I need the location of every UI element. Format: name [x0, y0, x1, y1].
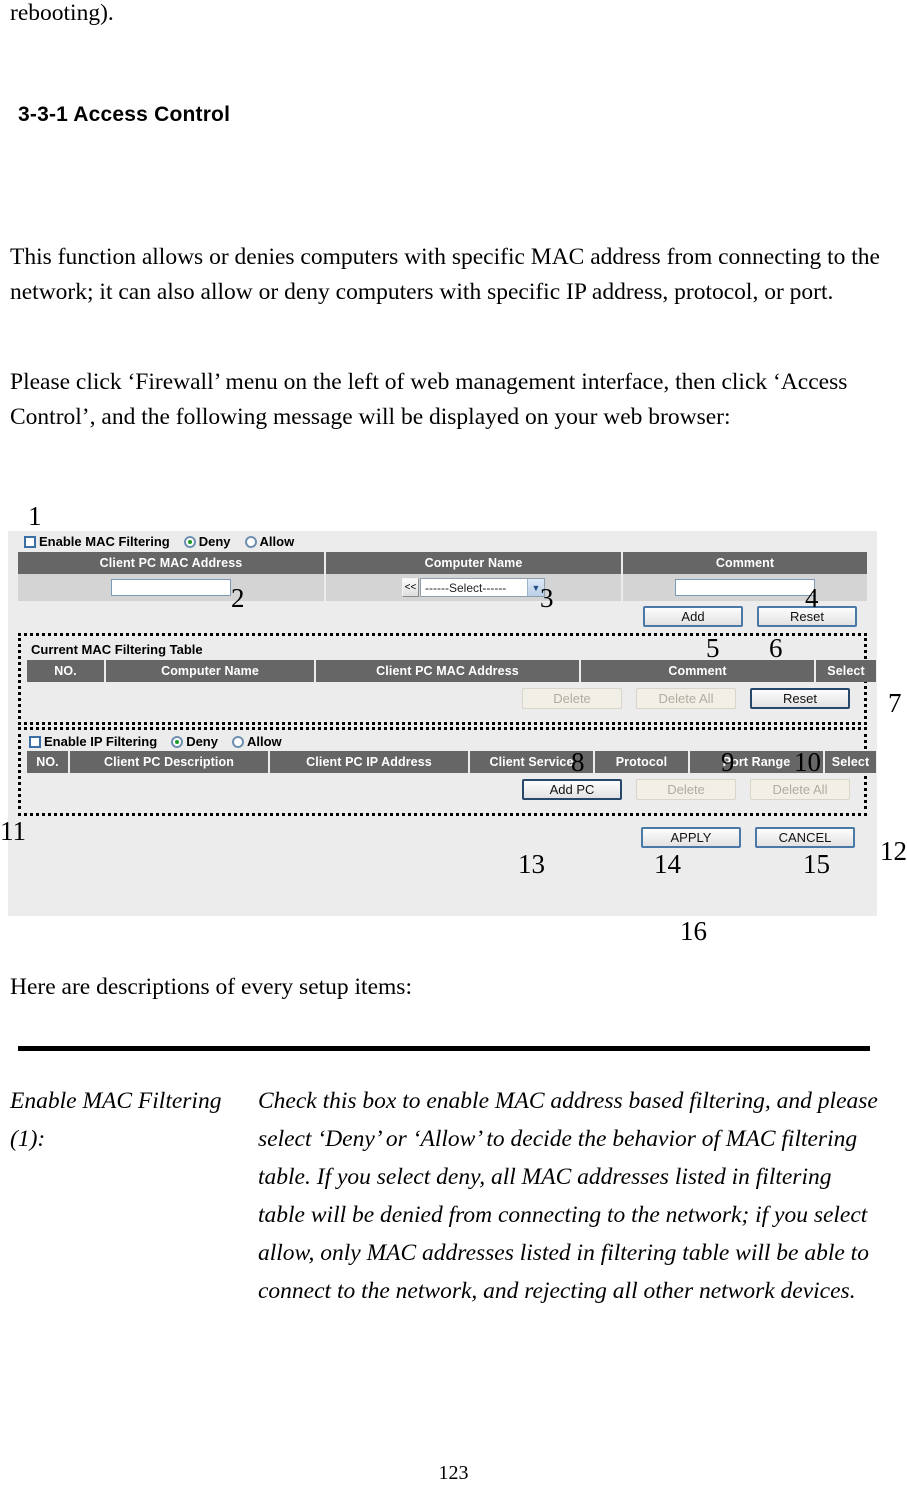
lead-paragraph-fragment: rebooting).	[10, 0, 114, 26]
callout-number-1: 1	[28, 501, 42, 531]
ip-delete-all-button[interactable]: Delete All	[750, 778, 850, 800]
computer-name-picker: << ------Select------ ▼	[402, 578, 545, 597]
column-header-select: Select	[824, 751, 876, 773]
callout-number-14: 14	[654, 849, 681, 879]
callout-number-16: 16	[680, 916, 707, 946]
table-header-row: NO. Client PC Description Client PC IP A…	[27, 751, 876, 773]
callout-number-12: 12	[880, 836, 907, 866]
enable-mac-filtering-label: Enable MAC Filtering	[39, 534, 170, 549]
enable-ip-filtering-label: Enable IP Filtering	[44, 734, 158, 749]
ip-deny-radio[interactable]	[171, 735, 184, 748]
column-header-comment: Comment	[580, 660, 816, 682]
mac-filtering-toggle-row: Enable MAC Filtering Deny Allow	[8, 531, 877, 552]
callout-number-6: 6	[769, 633, 783, 663]
column-header-client-pc-mac-address: Client PC MAC Address	[315, 660, 581, 682]
callout-number-11: 11	[0, 816, 26, 846]
current-mac-filtering-table-box: Current MAC Filtering Table NO. Computer…	[18, 633, 876, 725]
mac-add-entry-table: Client PC MAC Address Computer Name Comm…	[18, 552, 867, 601]
mac-table-reset-button[interactable]: Reset	[750, 687, 850, 709]
description-term: Enable MAC Filtering (1):	[10, 1088, 222, 1152]
copy-from-select-button[interactable]: <<	[402, 578, 419, 597]
ip-table-button-row: Add PC Delete Delete All	[27, 773, 858, 805]
column-header-client-pc-description: Client PC Description	[69, 751, 270, 773]
callout-number-13: 13	[518, 849, 545, 879]
column-header-no: NO.	[27, 751, 70, 773]
section-heading: 3-3-1 Access Control	[18, 103, 231, 126]
mac-table-button-row: Delete Delete All Reset	[27, 682, 858, 714]
callout-number-4: 4	[805, 583, 819, 613]
mac-allow-label: Allow	[259, 534, 295, 549]
column-header-select: Select	[815, 660, 876, 682]
mac-address-input[interactable]	[111, 578, 231, 596]
table-header-row: Client PC MAC Address Computer Name Comm…	[18, 552, 867, 574]
callout-number-10: 10	[794, 747, 821, 777]
descriptions-intro-paragraph: Here are descriptions of every setup ite…	[10, 974, 412, 1000]
column-header-no: NO.	[27, 660, 106, 682]
callout-number-7: 7	[888, 688, 902, 718]
router-access-control-screenshot: Enable MAC Filtering Deny Allow Client P…	[8, 531, 877, 916]
enable-ip-filtering-checkbox[interactable]	[29, 735, 41, 748]
ip-allow-radio[interactable]	[231, 735, 244, 748]
ip-filtering-table: NO. Client PC Description Client PC IP A…	[27, 751, 876, 773]
enable-mac-filtering-checkbox[interactable]	[24, 535, 36, 548]
column-header-computer-name: Computer Name	[325, 552, 623, 574]
callout-number-15: 15	[803, 849, 830, 879]
mac-delete-button[interactable]: Delete	[522, 687, 622, 709]
intro-paragraph: This function allows or denies computers…	[10, 244, 886, 305]
table-header-row: NO. Computer Name Client PC MAC Address …	[27, 660, 876, 682]
column-header-client-pc-mac-address: Client PC MAC Address	[18, 552, 326, 574]
mac-entry-input-row: << ------Select------ ▼	[18, 574, 867, 601]
current-mac-filtering-table: NO. Computer Name Client PC MAC Address …	[27, 660, 876, 682]
ip-delete-button[interactable]: Delete	[636, 778, 736, 800]
callout-number-9: 9	[721, 747, 735, 777]
description-body: Check this box to enable MAC address bas…	[258, 1088, 878, 1304]
column-header-client-pc-ip-address: Client PC IP Address	[269, 751, 470, 773]
apply-button[interactable]: APPLY	[641, 826, 741, 848]
ip-allow-label: Allow	[246, 734, 282, 749]
ip-filtering-box: Enable IP Filtering Deny Allow NO. Clien…	[18, 727, 876, 816]
computer-name-cell: << ------Select------ ▼	[325, 574, 623, 601]
callout-number-2: 2	[231, 583, 245, 613]
mac-deny-radio[interactable]	[183, 535, 196, 548]
comment-cell	[622, 574, 867, 601]
mac-table-caption: Current MAC Filtering Table	[31, 642, 203, 657]
callout-number-8: 8	[571, 747, 585, 777]
horizontal-divider	[18, 1046, 870, 1051]
computer-name-select-value: ------Select------	[425, 580, 507, 595]
mac-add-button-row: Add Reset	[8, 601, 877, 631]
ip-deny-label: Deny	[186, 734, 218, 749]
computer-name-select[interactable]: ------Select------ ▼	[420, 578, 545, 597]
mac-deny-label: Deny	[198, 534, 231, 549]
instruction-paragraph: Please click ‘Firewall’ menu on the left…	[10, 369, 854, 430]
callout-number-5: 5	[706, 633, 720, 663]
add-pc-button[interactable]: Add PC	[522, 778, 622, 800]
form-action-row: APPLY CANCEL	[8, 816, 877, 858]
mac-delete-all-button[interactable]: Delete All	[636, 687, 736, 709]
callout-number-3: 3	[540, 583, 554, 613]
comment-input[interactable]	[675, 578, 815, 596]
column-header-protocol: Protocol	[594, 751, 690, 773]
page-number: 123	[438, 1462, 469, 1484]
mac-allow-radio[interactable]	[244, 535, 257, 548]
add-button[interactable]: Add	[643, 605, 743, 627]
column-header-computer-name: Computer Name	[105, 660, 316, 682]
mac-address-cell	[18, 574, 326, 601]
column-header-comment: Comment	[622, 552, 867, 574]
cancel-button[interactable]: CANCEL	[755, 826, 855, 848]
